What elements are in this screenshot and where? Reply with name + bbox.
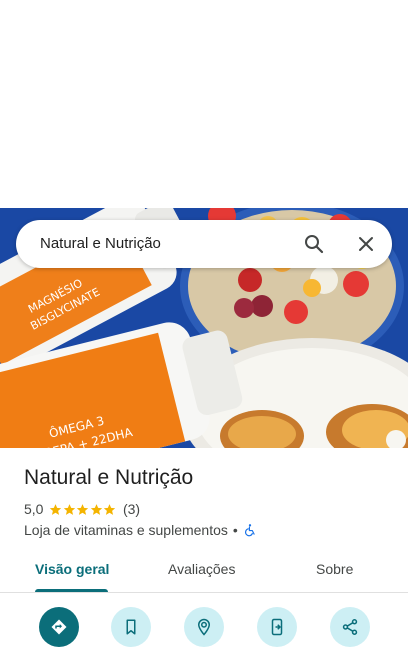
star-icon <box>77 503 89 515</box>
category-row: Loja de vitaminas e suplementos • <box>24 521 257 539</box>
search-bar[interactable]: Natural e Nutrição <box>16 220 392 268</box>
map-blank-area <box>0 0 408 208</box>
search-icon[interactable] <box>302 232 326 256</box>
share-button[interactable] <box>330 607 370 647</box>
search-query[interactable]: Natural e Nutrição <box>40 235 161 252</box>
tab-active-indicator <box>35 589 108 592</box>
tab-reviews[interactable]: Avaliações <box>168 561 235 577</box>
star-rating <box>49 503 117 516</box>
rating-row[interactable]: 5,0 (3) <box>24 500 140 518</box>
place-tabs: Visão geral Avaliações Sobre <box>0 553 408 593</box>
place-title: Natural e Nutrição <box>24 466 194 489</box>
tab-overview[interactable]: Visão geral <box>35 561 109 577</box>
rating-value: 5,0 <box>24 501 44 517</box>
directions-icon <box>51 619 67 635</box>
nearby-icon <box>197 618 211 636</box>
star-icon <box>50 503 62 515</box>
review-count[interactable]: (3) <box>123 501 140 517</box>
star-icon <box>90 503 103 515</box>
save-button[interactable] <box>111 607 151 647</box>
share-icon <box>342 619 358 635</box>
close-icon[interactable] <box>354 232 378 256</box>
send-to-phone-button[interactable] <box>257 607 297 647</box>
send-to-phone-icon <box>271 618 283 636</box>
star-icon <box>104 503 116 515</box>
bookmark-icon <box>126 619 136 635</box>
tab-about[interactable]: Sobre <box>316 561 353 577</box>
directions-button[interactable] <box>39 607 79 647</box>
star-icon <box>63 503 76 515</box>
category-separator: • <box>232 522 238 538</box>
place-category: Loja de vitaminas e suplementos <box>24 522 228 538</box>
nearby-button[interactable] <box>184 607 224 647</box>
wheelchair-accessible-icon <box>244 524 255 537</box>
